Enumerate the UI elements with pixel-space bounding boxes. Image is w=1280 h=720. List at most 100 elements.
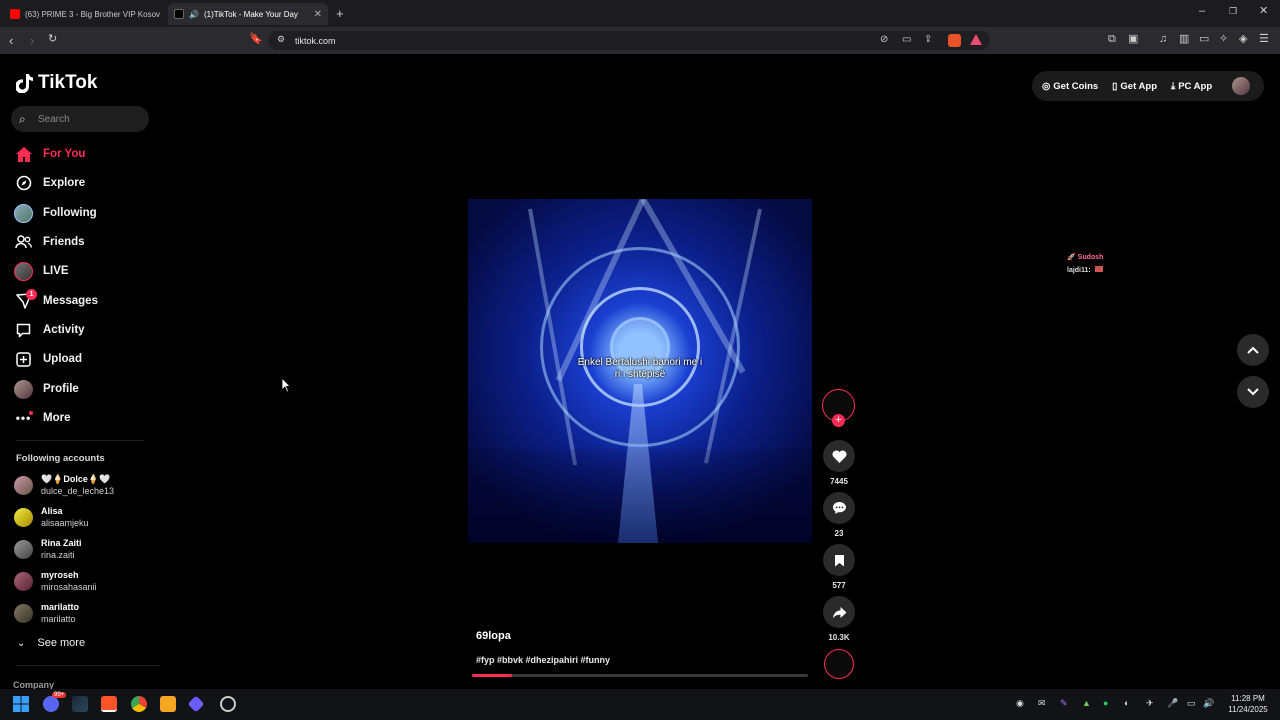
media-off-icon[interactable]: ⊘: [880, 35, 888, 45]
tiktok-logo[interactable]: TikTok: [16, 72, 97, 94]
new-tab-plus-icon[interactable]: +: [336, 7, 344, 20]
screenshot-icon[interactable]: ▣: [1128, 34, 1138, 45]
account-username: rina.zaiti: [41, 550, 75, 560]
restore-icon[interactable]: ❐: [1229, 7, 1237, 16]
comment-button[interactable]: [823, 492, 855, 524]
nav-label: More: [43, 412, 71, 424]
sidebar-icon[interactable]: ▥: [1179, 34, 1189, 45]
vlc-icon[interactable]: [160, 696, 176, 712]
download-icon: ⤓: [1171, 80, 1176, 92]
like-button[interactable]: [823, 440, 855, 472]
following-accounts-header: Following accounts: [16, 453, 105, 464]
share-count: 10.3K: [828, 633, 850, 642]
browser-tab-bar: (63) PRIME 3 - Big Brother VIP Kosov 🔊 (…: [0, 0, 1280, 27]
leo-ai-icon[interactable]: ✧: [1219, 34, 1228, 45]
nav-profile[interactable]: Profile: [14, 378, 79, 400]
follow-plus-icon[interactable]: +: [832, 414, 845, 427]
windows-start-icon[interactable]: [13, 696, 29, 712]
speaker-icon[interactable]: 🔊: [189, 10, 199, 19]
nvidia-icon[interactable]: ▲: [1082, 698, 1091, 708]
brave-shields-icon[interactable]: [948, 34, 961, 47]
account-item[interactable]: Rina Zaiti rina.zaiti: [14, 537, 82, 561]
save-button[interactable]: [823, 544, 855, 576]
tray-app-icon[interactable]: ◉: [1016, 698, 1024, 709]
steam-icon[interactable]: [72, 696, 88, 712]
see-more-label: See more: [37, 637, 86, 649]
share-button[interactable]: [823, 596, 855, 628]
phone-icon: ▯: [1112, 80, 1118, 92]
window-close-icon[interactable]: ✕: [1259, 6, 1268, 17]
account-item[interactable]: marilatto marilatto: [14, 601, 79, 625]
video-subtitle: Enkel Bertalushi banori me i ri i shtëpi…: [468, 357, 812, 381]
discord-badge: 99+: [52, 692, 67, 698]
site-settings-icon[interactable]: ⚙: [277, 35, 285, 44]
video-player[interactable]: Enkel Bertalushi banori me i ri i shtëpi…: [468, 199, 812, 543]
nav-messages[interactable]: 1 Messages: [14, 288, 98, 312]
nav-more[interactable]: ••• More: [14, 407, 70, 429]
music-icon[interactable]: ♫: [1159, 34, 1167, 45]
address-bar[interactable]: ⚙ tiktok.com ⊘ ▭ ⇪: [268, 31, 990, 50]
nav-friends[interactable]: Friends: [14, 231, 85, 253]
tab-youtube[interactable]: (63) PRIME 3 - Big Brother VIP Kosov: [4, 3, 164, 25]
system-clock[interactable]: 11:28 PM 11/24/2025: [1222, 693, 1274, 715]
avatar: [14, 604, 33, 623]
close-tab-icon[interactable]: ✕: [314, 9, 322, 20]
profile-avatar-icon: [14, 379, 33, 399]
brave-rewards-icon[interactable]: [970, 34, 982, 45]
music-disc-icon[interactable]: [824, 649, 854, 679]
get-app-button[interactable]: ▯ Get App: [1112, 81, 1157, 92]
nav-for-you[interactable]: For You: [14, 143, 85, 165]
subtitle-line: ri i shtëpisë: [614, 369, 666, 380]
steam-tray-icon[interactable]: ◐: [1124, 698, 1129, 708]
nav-activity[interactable]: Activity: [14, 319, 85, 341]
chrome-icon[interactable]: [131, 696, 147, 712]
account-item[interactable]: 🤍🍦Dolce🍦🤍 dulce_de_leche13: [14, 473, 114, 497]
reload-icon[interactable]: ↻: [48, 34, 57, 45]
tray-app-icon[interactable]: ✎: [1060, 698, 1068, 709]
nav-live[interactable]: LIVE: [14, 260, 69, 282]
tray-app-icon[interactable]: ✈: [1146, 698, 1154, 709]
discord-icon[interactable]: 99+: [43, 692, 67, 712]
back-icon[interactable]: ‹: [9, 34, 13, 47]
pc-app-button[interactable]: ⤓ PC App: [1171, 81, 1212, 92]
account-item[interactable]: myroseh mirosahasanii: [14, 569, 97, 593]
more-dot-badge: [29, 410, 33, 415]
wallet-icon[interactable]: ▭: [1199, 34, 1209, 45]
search-input[interactable]: ⌕ Search: [11, 106, 149, 132]
search-icon: ⌕: [19, 112, 26, 126]
network-icon[interactable]: ▭: [1187, 698, 1196, 709]
more-icon: •••: [15, 410, 33, 425]
share-arrow-icon: [832, 606, 846, 618]
video-hashtags[interactable]: #fyp #bbvk #dhezipahiri #funny: [476, 655, 610, 665]
brave-browser-icon[interactable]: [101, 696, 117, 712]
next-video-button[interactable]: [1237, 376, 1269, 408]
user-avatar[interactable]: [1232, 77, 1250, 95]
obs-icon[interactable]: [220, 696, 236, 712]
video-progress-bar[interactable]: [472, 674, 808, 677]
share-icon[interactable]: ⇪: [924, 35, 932, 45]
nav-following[interactable]: Following: [14, 202, 97, 224]
tab-title: (1)TikTok - Make Your Day: [203, 9, 298, 19]
bookmark-icon[interactable]: 🔖: [249, 34, 263, 45]
get-coins-button[interactable]: ◎ Get Coins: [1042, 81, 1098, 92]
tiktok-note-icon: [16, 74, 33, 93]
microphone-icon[interactable]: 🎤: [1167, 698, 1178, 709]
nav-explore[interactable]: Explore: [14, 172, 85, 194]
see-more-button[interactable]: ⌄ See more: [17, 632, 85, 654]
tray-app-icon[interactable]: ●: [1103, 698, 1108, 708]
tab-tiktok[interactable]: 🔊 (1)TikTok - Make Your Day ✕: [168, 3, 328, 25]
vpn-icon[interactable]: ◈: [1239, 34, 1247, 45]
nav-upload[interactable]: Upload: [14, 348, 82, 370]
account-username: dulce_de_leche13: [41, 486, 115, 496]
emoji-icon: [1094, 266, 1103, 272]
forward-icon[interactable]: ›: [30, 34, 34, 47]
minimize-icon[interactable]: –: [1199, 6, 1205, 17]
volume-icon[interactable]: 🔊: [1203, 698, 1214, 709]
cast-icon[interactable]: ▭: [902, 35, 911, 45]
previous-video-button[interactable]: [1237, 334, 1269, 366]
tray-app-icon[interactable]: ✉: [1038, 698, 1046, 709]
menu-icon[interactable]: ☰: [1259, 34, 1269, 45]
account-item[interactable]: Alisa alisaamjeku: [14, 505, 89, 529]
extensions-icon[interactable]: ⧉: [1108, 34, 1116, 45]
video-author[interactable]: 69lopa: [476, 630, 511, 642]
